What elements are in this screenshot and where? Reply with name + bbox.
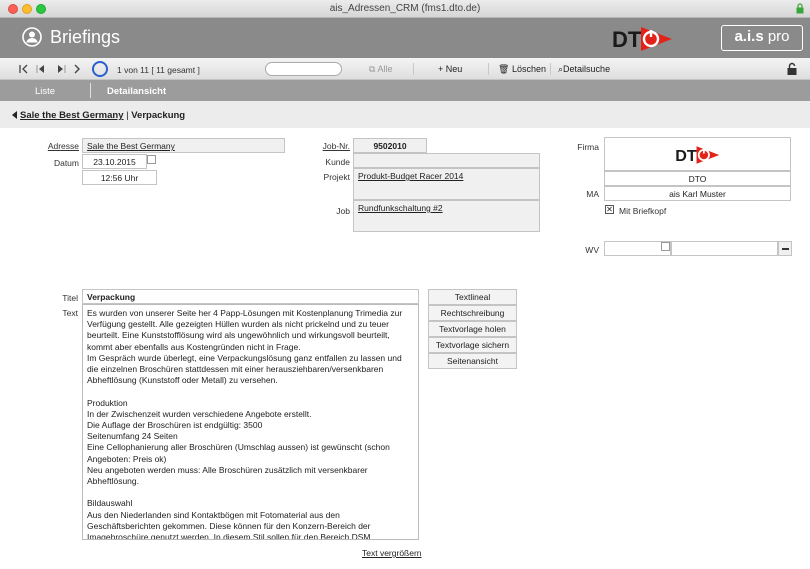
wv-label: WV	[585, 245, 599, 255]
last-record-icon[interactable]	[72, 62, 84, 76]
seitenansicht-button[interactable]: Seitenansicht	[428, 353, 517, 369]
breadcrumb-parent-link[interactable]: Sale the Best Germany	[20, 110, 124, 121]
plus-icon: +	[438, 64, 444, 74]
briefkopf-checkbox[interactable]: ✕	[605, 205, 614, 214]
svg-text:DT: DT	[675, 147, 697, 165]
text-label: Text	[62, 308, 78, 318]
wv-note-field[interactable]	[671, 241, 778, 256]
show-all-icon: ⧉	[369, 64, 376, 74]
padlock-icon[interactable]	[786, 62, 798, 76]
toolbar-divider	[413, 63, 414, 75]
back-arrow-icon[interactable]	[12, 111, 17, 119]
toolbar-divider	[550, 63, 551, 75]
delete-record-label: Löschen	[511, 64, 546, 74]
rechtschreibung-button[interactable]: Rechtschreibung	[428, 305, 517, 321]
firma-logo-field: DT	[604, 137, 791, 171]
text-enlarge-link[interactable]: Text vergrößern	[362, 548, 422, 558]
tab-detail[interactable]: Detailansicht	[107, 86, 166, 97]
adresse-label[interactable]: Adresse	[30, 141, 79, 151]
breadcrumb: Sale the Best Germany | Verpackung	[12, 110, 185, 121]
breadcrumb-current: Verpackung	[131, 110, 186, 121]
datum-checkbox[interactable]	[147, 155, 156, 164]
window-title: ais_Adressen_CRM (fms1.dto.de)	[329, 3, 481, 14]
detail-search-label: Detailsuche	[563, 64, 611, 74]
secure-lock-icon	[796, 3, 804, 14]
dto-logo-icon: DT	[612, 27, 672, 52]
record-count: 1 von 11 [ 11 gesamt ]	[117, 65, 200, 75]
user-icon[interactable]	[22, 27, 42, 47]
text-content: Es wurden von unserer Seite her 4 Papp-L…	[87, 308, 403, 540]
record-position-indicator[interactable]	[92, 61, 108, 77]
textvorlage-sichern-button[interactable]: Textvorlage sichern	[428, 337, 517, 353]
show-all-button[interactable]: ⧉ Alle	[369, 64, 392, 75]
job-value: Rundfunkschaltung #2	[358, 203, 443, 213]
tab-list[interactable]: Liste	[35, 86, 55, 97]
module-title: Briefings	[50, 27, 121, 47]
toolbar-divider	[488, 63, 489, 75]
previous-record-icon[interactable]	[35, 62, 47, 76]
brand-name: a.i.s	[734, 28, 764, 45]
projekt-label: Projekt	[323, 172, 350, 182]
firma-logo-icon: DT	[675, 146, 720, 165]
svg-text:DT: DT	[612, 27, 642, 52]
text-area[interactable]: Es wurden von unserer Seite her 4 Papp-L…	[82, 304, 419, 540]
time-field[interactable]: 12:56 Uhr	[82, 170, 157, 185]
jobnr-label[interactable]: Job-Nr.	[300, 141, 350, 151]
new-record-label: Neu	[445, 64, 463, 74]
ais-pro-brand: a.i.s pro	[721, 25, 803, 51]
job-label: Job	[336, 206, 350, 216]
titel-field[interactable]: Verpackung	[82, 289, 419, 304]
next-record-icon[interactable]	[55, 62, 67, 76]
ma-label: MA	[586, 189, 599, 199]
wv-checkbox[interactable]	[661, 242, 670, 251]
briefkopf-label: Mit Briefkopf	[619, 206, 667, 216]
wv-remove-button[interactable]	[778, 241, 792, 256]
titel-label: Titel	[62, 293, 78, 303]
firma-label: Firma	[577, 142, 599, 152]
tab-divider	[90, 83, 91, 98]
view-tabbar: Liste Detailansicht	[0, 80, 810, 101]
detail-search-button[interactable]: ⌕Detailsuche	[558, 64, 610, 75]
first-record-icon[interactable]	[18, 62, 30, 76]
detail-form: Adresse Sale the Best Germany Datum 23.1…	[0, 128, 810, 569]
record-toolbar: 1 von 11 [ 11 gesamt ] ⧉ Alle + Neu 🗑 Lö…	[0, 58, 810, 80]
adresse-field[interactable]: Sale the Best Germany	[82, 138, 285, 153]
datum-label: Datum	[53, 158, 79, 168]
adresse-value: Sale the Best Germany	[87, 141, 175, 151]
ma-field[interactable]: ais Karl Muster	[604, 186, 791, 201]
app-header: Briefings DT a.i.s pro	[0, 18, 810, 58]
textvorlage-holen-button[interactable]: Textvorlage holen	[428, 321, 517, 337]
kunde-label: Kunde	[325, 157, 350, 167]
projekt-field[interactable]: Produkt-Budget Racer 2014	[353, 168, 540, 200]
trash-icon: 🗑	[498, 64, 510, 74]
kunde-field[interactable]	[353, 153, 540, 168]
firma-field[interactable]: DTO	[604, 171, 791, 186]
datum-field[interactable]: 23.10.2015	[82, 154, 147, 169]
projekt-value: Produkt-Budget Racer 2014	[358, 171, 464, 181]
jobnr-field[interactable]: 9502010	[353, 138, 427, 153]
brand-suffix: pro	[767, 28, 790, 45]
quick-search-input[interactable]	[265, 62, 342, 76]
job-field[interactable]: Rundfunkschaltung #2	[353, 200, 540, 232]
delete-record-button[interactable]: 🗑 Löschen	[498, 64, 546, 75]
textlineal-button[interactable]: Textlineal	[428, 289, 517, 305]
show-all-label: Alle	[377, 64, 393, 74]
window-titlebar: ais_Adressen_CRM (fms1.dto.de)	[0, 0, 810, 18]
minus-icon	[782, 248, 789, 250]
new-record-button[interactable]: + Neu	[438, 64, 462, 74]
